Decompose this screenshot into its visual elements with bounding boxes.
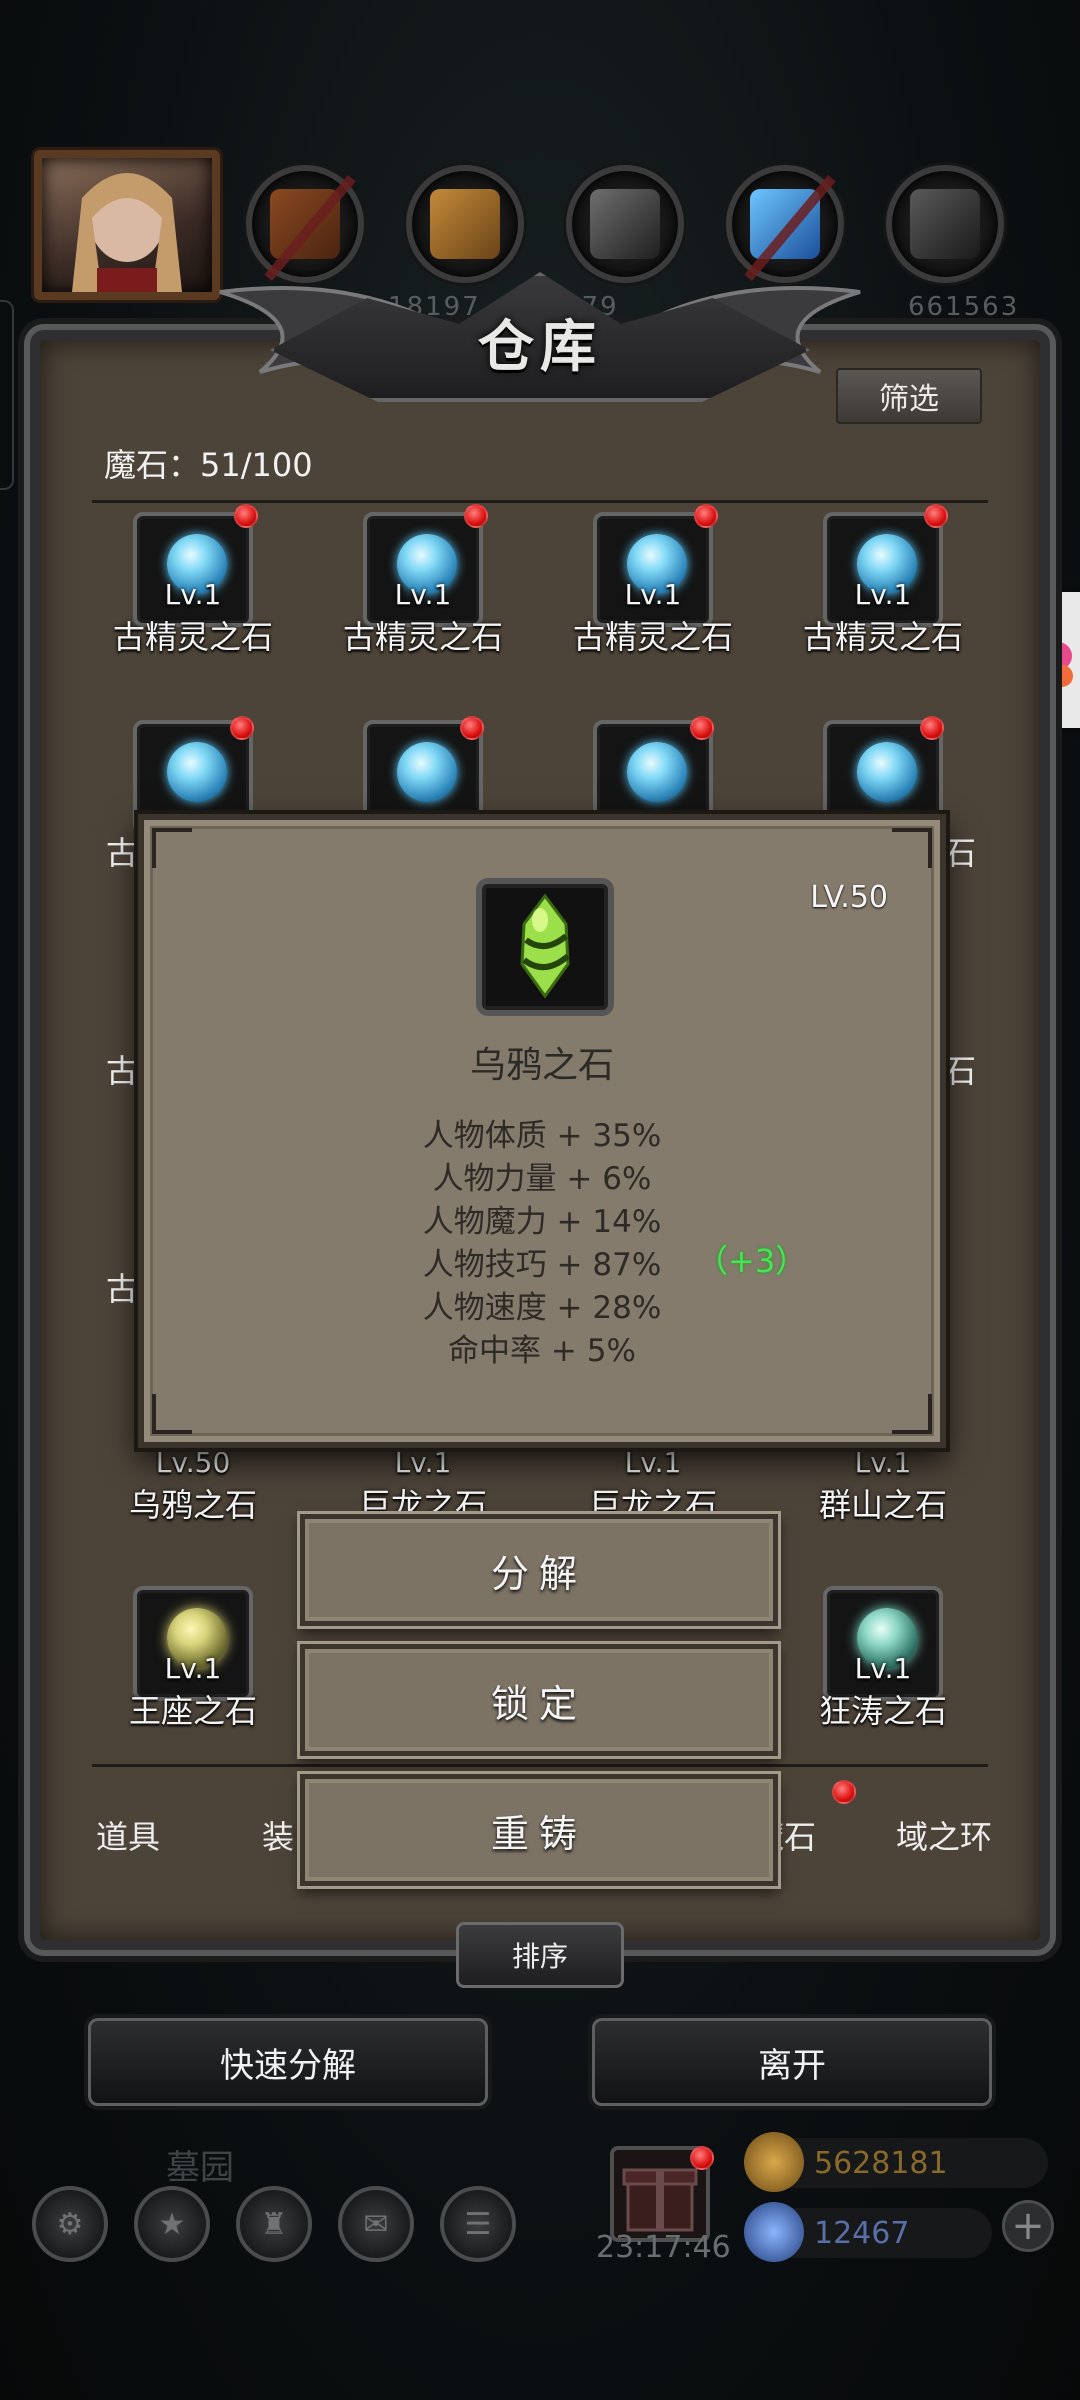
popup-corner <box>152 1394 192 1434</box>
item-level: Lv.1 <box>854 578 912 611</box>
item-level: Lv.1 <box>164 578 222 611</box>
item-name: 古精灵之石 <box>342 618 503 656</box>
panel-title: 仓库 <box>478 314 602 380</box>
popup-corner <box>892 1394 932 1434</box>
partial-item-name: 古 <box>106 834 139 872</box>
decompose-button[interactable]: 分解 <box>300 1514 778 1626</box>
item-level: Lv.1 <box>624 1446 682 1479</box>
blue-gem-icon <box>627 742 687 802</box>
popup-corner <box>892 828 932 868</box>
item-level: Lv.1 <box>854 1652 912 1685</box>
new-item-dot <box>234 504 258 528</box>
item-level: Lv.1 <box>854 1446 912 1479</box>
inventory-item[interactable]: Lv.1 古精灵之石 <box>78 504 308 672</box>
inventory-item[interactable]: Lv.1 古精灵之石 <box>768 504 998 672</box>
item-level-label: LV.50 <box>810 880 888 915</box>
item-detail-popup: LV.50 乌鸦之石 人物体质 + 35% 人物力量 + 6% 人物魔力 + 1… <box>138 814 946 1448</box>
stat-line: 人物力量 + 6% <box>432 1161 652 1197</box>
new-item-dot <box>920 716 944 740</box>
blue-gem-icon <box>857 742 917 802</box>
resource-count-3: 661563 <box>908 292 1020 322</box>
stat-line: 人物速度 + 28% <box>422 1290 662 1326</box>
side-drawer-handle[interactable] <box>0 300 14 490</box>
item-detail-name: 乌鸦之石 <box>469 1045 614 1086</box>
partial-item-name: 石 <box>944 1052 977 1090</box>
sort-button[interactable]: 排序 <box>456 1922 624 1988</box>
recast-button[interactable]: 重铸 <box>300 1774 778 1886</box>
item-name: 古精灵之石 <box>572 618 733 656</box>
mail-icon[interactable]: ✉ <box>338 2186 414 2262</box>
divider-top <box>92 500 988 503</box>
item-level: Lv.1 <box>394 578 452 611</box>
stone-count-label: 魔石：51/100 <box>104 446 313 484</box>
partial-item-name: 古 <box>106 1052 139 1090</box>
player-avatar[interactable] <box>34 150 220 300</box>
lock-button[interactable]: 锁定 <box>300 1644 778 1756</box>
gem-amount: 12467 <box>814 2216 910 2251</box>
partial-item-name: 古 <box>106 1270 139 1308</box>
item-name: 乌鸦之石 <box>128 1486 257 1524</box>
item-level: Lv.50 <box>155 1446 231 1479</box>
inventory-item[interactable]: Lv.1 王座之石 <box>78 1586 308 1746</box>
item-name: 王座之石 <box>128 1692 257 1730</box>
new-item-dot <box>924 504 948 528</box>
blue-gem-icon <box>167 742 227 802</box>
area-name: 墓园 <box>166 2148 234 2188</box>
portrait-image <box>72 173 182 292</box>
leave-button[interactable]: 离开 <box>592 2018 992 2106</box>
inventory-item[interactable]: Lv.1 古精灵之石 <box>538 504 768 672</box>
filter-button[interactable]: 筛选 <box>836 368 982 424</box>
stat-line: 人物体质 + 35% <box>422 1118 662 1154</box>
inventory-item[interactable]: Lv.1 古精灵之石 <box>308 504 538 672</box>
item-name: 古精灵之石 <box>112 618 273 656</box>
partial-item-name: 石 <box>944 834 977 872</box>
raven-stone-icon <box>476 878 614 1016</box>
item-name: 群山之石 <box>818 1486 947 1524</box>
tab-notification-dot <box>832 1780 856 1804</box>
item-name: 狂涛之石 <box>818 1692 947 1730</box>
gold-coin-icon <box>744 2132 804 2192</box>
gift-notification-dot <box>690 2146 714 2170</box>
item-level: Lv.1 <box>624 578 682 611</box>
gold-bar: 5628181 <box>744 2132 1048 2192</box>
tab-domain-ring[interactable]: 域之环 <box>896 1812 992 1858</box>
new-item-dot <box>460 716 484 740</box>
popup-corner <box>152 828 192 868</box>
new-item-dot <box>464 504 488 528</box>
new-item-dot <box>690 716 714 740</box>
gem-bar: 12467 <box>744 2202 992 2262</box>
stat-line: 人物技巧 + 87% <box>422 1247 662 1283</box>
item-level: Lv.1 <box>394 1446 452 1479</box>
settings-icon[interactable]: ⚙ <box>32 2186 108 2262</box>
stat-line: 命中率 + 5% <box>448 1333 636 1369</box>
item-name: 古精灵之石 <box>802 618 963 656</box>
event-timer: 23:17:46 <box>596 2230 731 2265</box>
tab-equipment[interactable]: 装 <box>262 1812 294 1858</box>
divider-bottom <box>92 1764 988 1767</box>
blue-gem-icon <box>397 742 457 802</box>
new-item-dot <box>230 716 254 740</box>
star-icon[interactable]: ★ <box>134 2186 210 2262</box>
resource-stone-icon[interactable] <box>886 165 1004 283</box>
inventory-item[interactable]: Lv.1 狂涛之石 <box>768 1586 998 1746</box>
stat-line: 人物魔力 + 14% <box>422 1204 662 1240</box>
helmet-icon[interactable]: ♜ <box>236 2186 312 2262</box>
gold-amount: 5628181 <box>814 2146 948 2181</box>
chat-icon[interactable]: ☰ <box>440 2186 516 2262</box>
quick-decompose-button[interactable]: 快速分解 <box>88 2018 488 2106</box>
add-currency-button[interactable]: + <box>1002 2200 1054 2252</box>
tab-items[interactable]: 道具 <box>96 1812 160 1858</box>
diamond-icon <box>744 2202 804 2262</box>
new-item-dot <box>694 504 718 528</box>
stat-bonus: （+3） <box>696 1242 808 1280</box>
item-level: Lv.1 <box>164 1652 222 1685</box>
